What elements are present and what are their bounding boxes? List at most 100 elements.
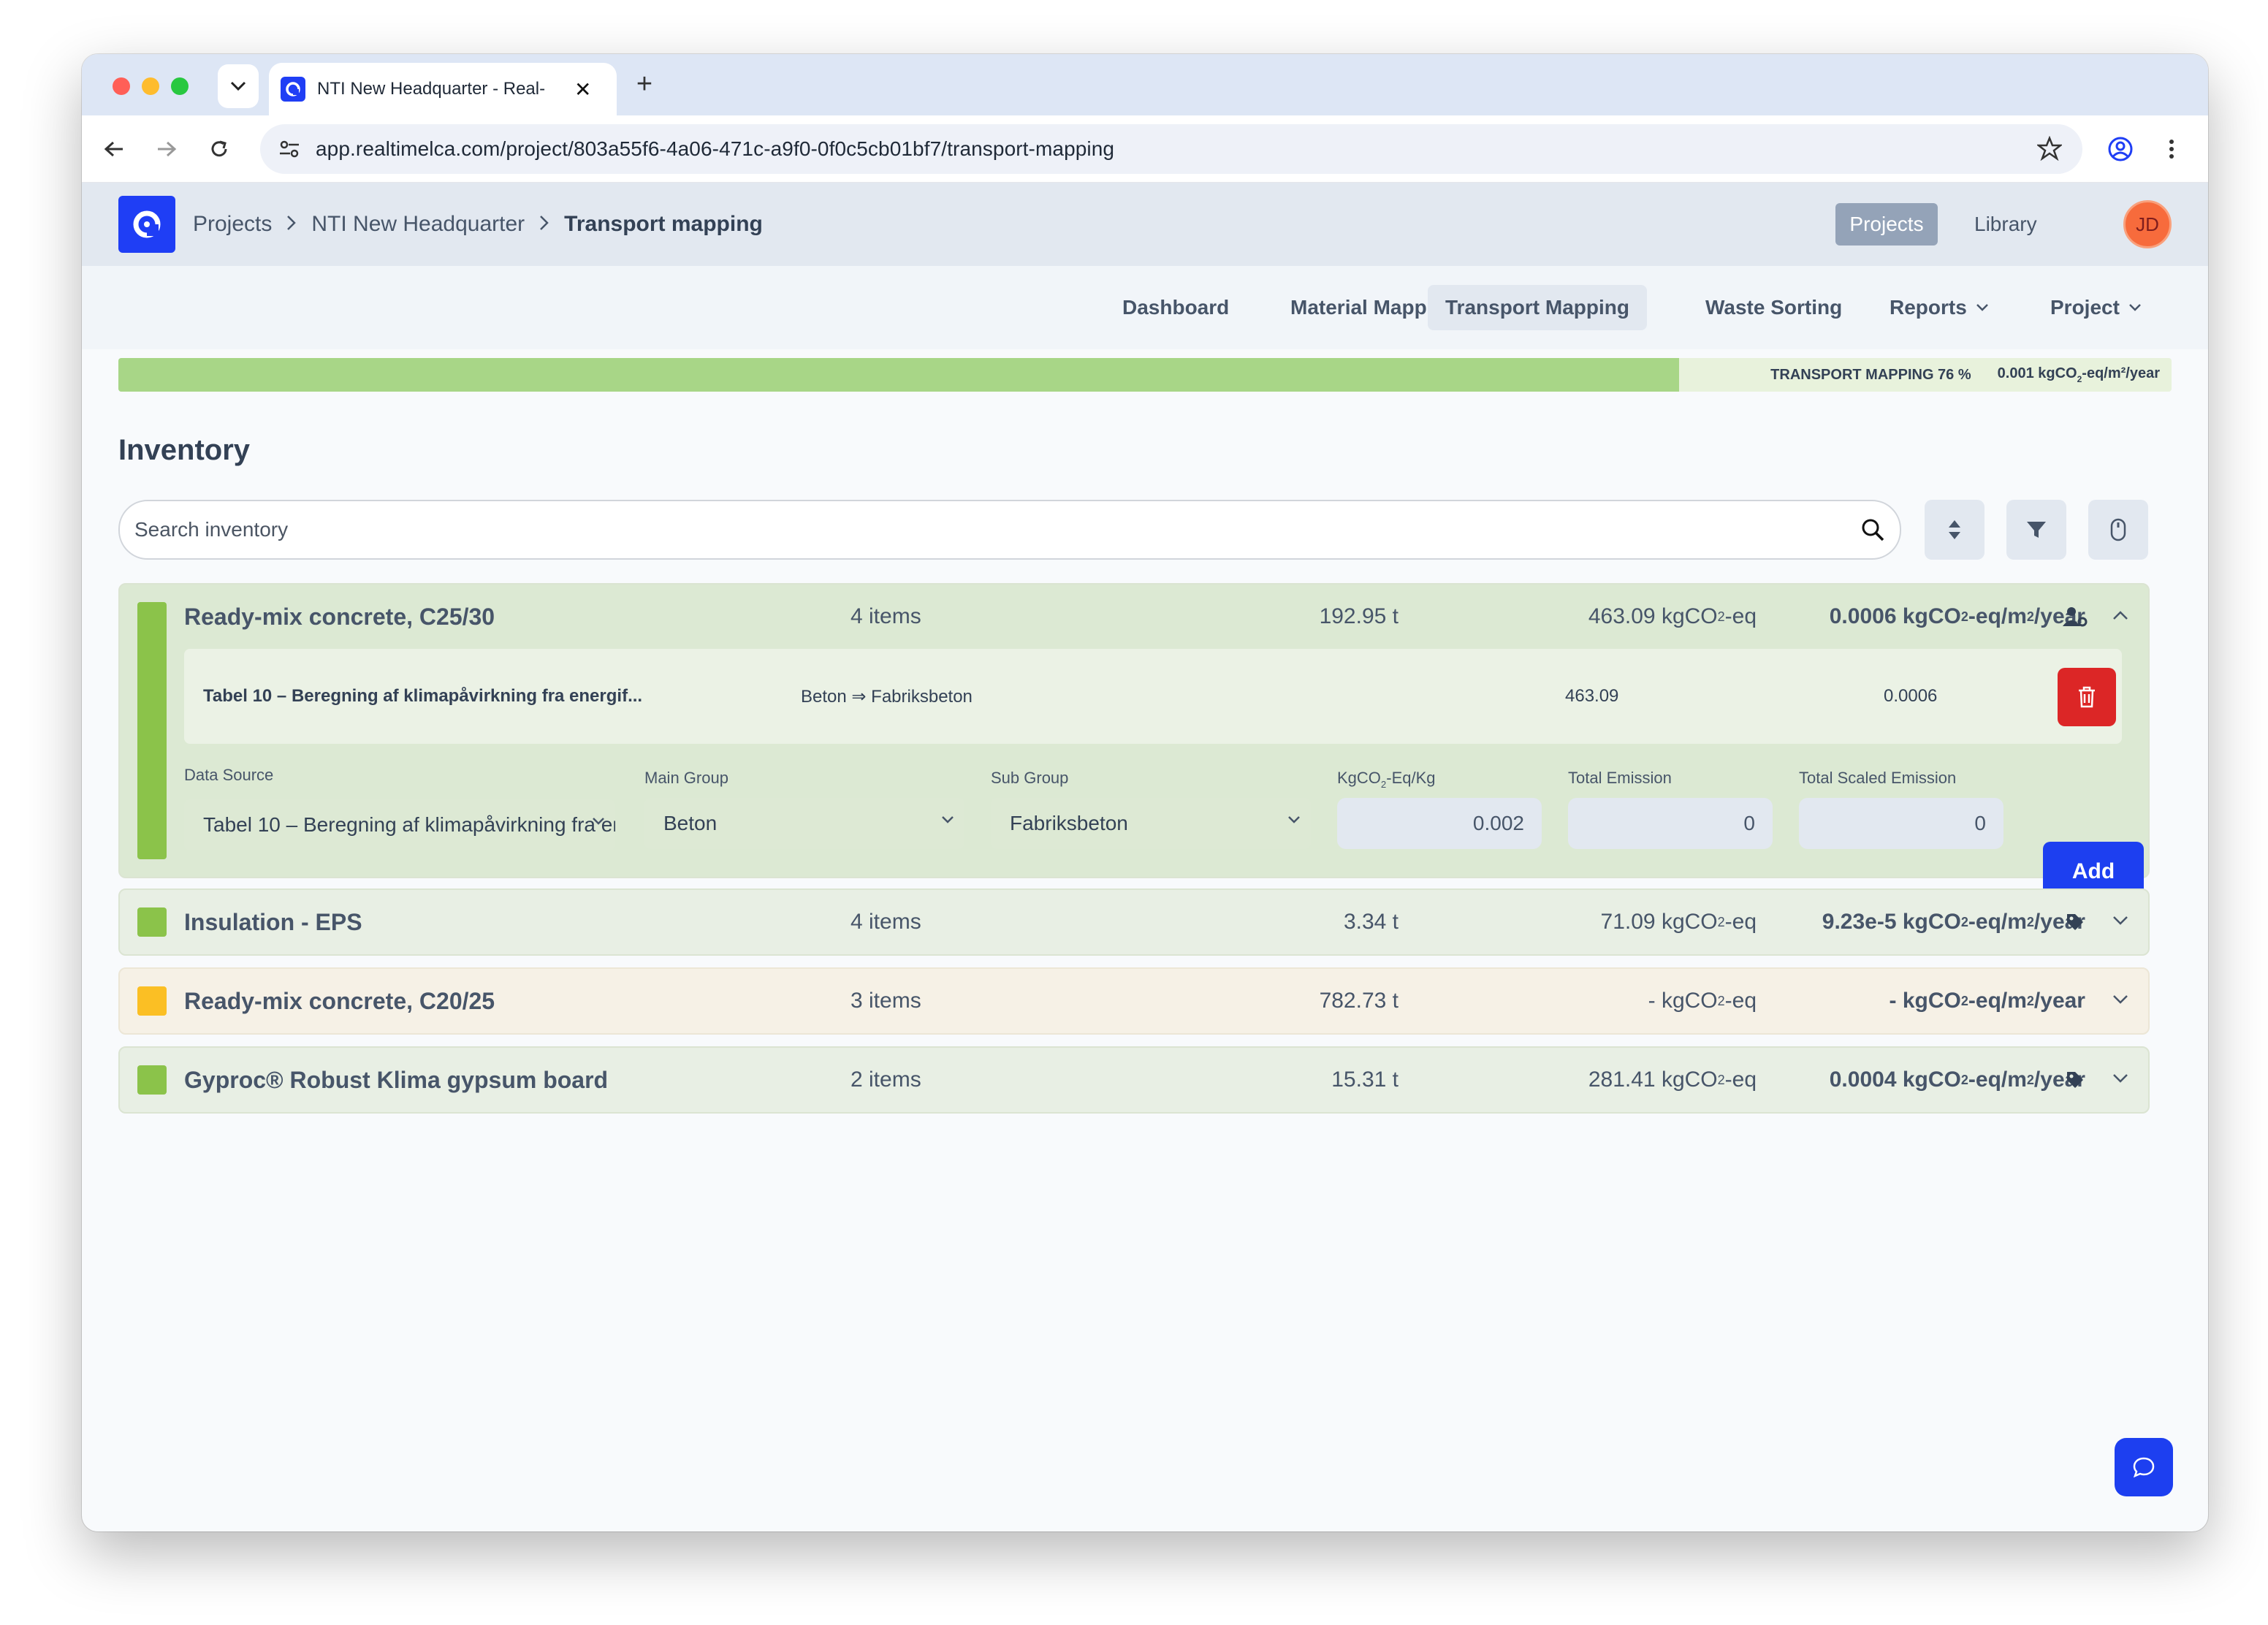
group-name: Gyproc® Robust Klima gypsum board	[184, 1066, 609, 1093]
data-source-label: Data Source	[184, 766, 274, 784]
chat-button[interactable]	[2115, 1438, 2173, 1496]
main-group-value: Beton	[663, 812, 718, 834]
group-intensity: 9.23e-5 kgCO 2 -eq/m 2/year	[1822, 910, 2085, 934]
mapping-emission: 463.09	[1565, 686, 1619, 706]
breadcrumb-current: Transport mapping	[564, 212, 763, 236]
library-link[interactable]: Library	[1960, 203, 2052, 246]
breadcrumb-project[interactable]: NTI New Headquarter	[311, 212, 525, 237]
chat-bubble-icon	[2133, 1457, 2155, 1478]
breadcrumb-projects[interactable]: Projects	[193, 212, 272, 237]
progress-fill	[118, 358, 1679, 392]
inventory-title: Inventory	[118, 434, 251, 466]
avatar[interactable]: JD	[2123, 200, 2172, 248]
tab-search-button[interactable]	[218, 64, 259, 108]
nav-project-label: Project	[2050, 296, 2120, 319]
forward-button[interactable]	[148, 130, 186, 168]
chevron-down-icon[interactable]	[2106, 985, 2135, 1014]
group-status-indicator	[137, 907, 167, 937]
group-item-count: 2 items	[850, 1068, 921, 1092]
group-header-row[interactable]: Gyproc® Robust Klima gypsum board 2 item…	[120, 1048, 2148, 1112]
nav-reports[interactable]: Reports	[1872, 285, 2006, 330]
group-emission: 71.09 kgCO 2 -eq	[1600, 910, 1757, 934]
filter-button[interactable]	[2006, 500, 2066, 560]
group-header-row[interactable]: Ready-mix concrete, C25/30 4 items 192.9…	[120, 585, 2148, 649]
main-group-select[interactable]: Beton	[644, 798, 964, 849]
browser-menu-button[interactable]	[2153, 130, 2191, 168]
sub-group-select[interactable]: Fabriksbeton	[991, 798, 1311, 849]
total-emission-field[interactable]: 0	[1568, 798, 1773, 849]
group-weight: 782.73 t	[1319, 989, 1399, 1013]
address-bar[interactable]: app.realtimelca.com/project/803a55f6-4a0…	[260, 124, 2082, 174]
group-weight: 3.34 t	[1343, 910, 1399, 934]
group-name: Insulation - EPS	[184, 908, 362, 935]
main-group-label: Main Group	[644, 769, 728, 787]
user-settings-icon[interactable]	[2059, 601, 2091, 633]
inventory-group: Gyproc® Robust Klima gypsum board 2 item…	[118, 1046, 2150, 1114]
group-status-indicator	[137, 1065, 167, 1095]
sub-group-label: Sub Group	[991, 769, 1069, 787]
new-tab-button[interactable]: +	[627, 67, 662, 102]
filter-icon	[2027, 522, 2046, 538]
search-icon[interactable]	[1860, 517, 1885, 542]
group-intensity: 0.0006 kgCO 2 -eq/m 2/year	[1829, 604, 2085, 628]
total-scaled-label: Total Scaled Emission	[1799, 769, 1957, 787]
sort-button[interactable]	[1925, 500, 1984, 560]
back-button[interactable]	[95, 130, 133, 168]
breadcrumb: Projects NTI New Headquarter Transport m…	[193, 183, 763, 266]
data-source-select[interactable]: Tabel 10 – Beregning af klimapåvirkning …	[184, 799, 615, 850]
maximize-window-button[interactable]	[171, 77, 189, 95]
browser-tab[interactable]: NTI New Headquarter - Real- ✕	[269, 63, 617, 115]
chevron-down-icon	[230, 81, 246, 91]
progress-text: TRANSPORT MAPPING 76 %	[1770, 366, 1971, 383]
nav-dashboard[interactable]: Dashboard	[1105, 285, 1247, 330]
chevron-up-icon[interactable]	[2106, 601, 2135, 630]
group-item-count: 3 items	[850, 989, 921, 1013]
projects-button[interactable]: Projects	[1835, 203, 1938, 246]
reload-button[interactable]	[200, 130, 238, 168]
nav-waste-sorting[interactable]: Waste Sorting	[1688, 285, 1860, 330]
group-emission: 281.41 kgCO 2 -eq	[1588, 1068, 1757, 1092]
sort-icon	[1949, 520, 1960, 539]
search-box	[118, 500, 1901, 560]
mouse-select-button[interactable]	[2088, 500, 2148, 560]
minimize-window-button[interactable]	[142, 77, 159, 95]
tag-icon[interactable]	[2059, 1064, 2091, 1096]
app-favicon-icon	[281, 77, 305, 102]
chevron-down-icon[interactable]	[2106, 906, 2135, 935]
trash-icon	[2079, 686, 2095, 708]
browser-window: NTI New Headquarter - Real- ✕ + app.real…	[82, 54, 2208, 1531]
account-circle-icon	[2108, 137, 2133, 161]
close-tab-icon[interactable]: ✕	[574, 77, 591, 102]
search-input[interactable]	[134, 518, 1860, 541]
app-header: Projects NTI New Headquarter Transport m…	[82, 183, 2208, 266]
group-weight: 192.95 t	[1319, 604, 1399, 628]
nav-project[interactable]: Project	[2033, 285, 2159, 330]
factor-input[interactable]: 0.002	[1337, 798, 1542, 849]
delete-mapping-button[interactable]	[2058, 668, 2116, 726]
group-weight: 15.31 t	[1331, 1068, 1399, 1092]
nav-transport-mapping[interactable]: Transport Mapping	[1428, 285, 1647, 330]
group-emission: - kgCO 2 -eq	[1648, 989, 1757, 1013]
profile-button[interactable]	[2101, 130, 2139, 168]
data-source-value: Tabel 10 – Beregning af klimapåvirkning …	[203, 813, 615, 836]
bookmark-star-icon[interactable]	[2036, 135, 2063, 164]
group-header-row[interactable]: Insulation - EPS 4 items 3.34 t 71.09 kg…	[120, 890, 2148, 954]
mapping-source: Tabel 10 – Beregning af klimapåvirkning …	[203, 686, 643, 706]
total-scaled-field[interactable]: 0	[1799, 798, 2003, 849]
chevron-right-icon	[286, 212, 297, 237]
app-logo[interactable]	[118, 196, 175, 253]
group-item-count: 4 items	[850, 604, 921, 628]
group-name: Ready-mix concrete, C20/25	[184, 987, 495, 1014]
inventory-group: Ready-mix concrete, C20/25 3 items 782.7…	[118, 967, 2150, 1035]
chevron-down-icon[interactable]	[2106, 1064, 2135, 1093]
group-intensity: - kgCO 2 -eq/m 2/year	[1889, 989, 2085, 1013]
group-header-row[interactable]: Ready-mix concrete, C20/25 3 items 782.7…	[120, 969, 2148, 1033]
mapping-intensity: 0.0006	[1884, 686, 1938, 706]
site-settings-icon[interactable]	[269, 129, 310, 170]
chevron-down-icon	[593, 818, 604, 825]
chevron-right-icon	[539, 212, 549, 237]
progress-intensity: 0.001 kgCO2-eq/m²/year	[1997, 365, 2160, 384]
url-text: app.realtimelca.com/project/803a55f6-4a0…	[316, 137, 1115, 160]
close-window-button[interactable]	[113, 77, 130, 95]
tag-icon[interactable]	[2059, 906, 2091, 938]
